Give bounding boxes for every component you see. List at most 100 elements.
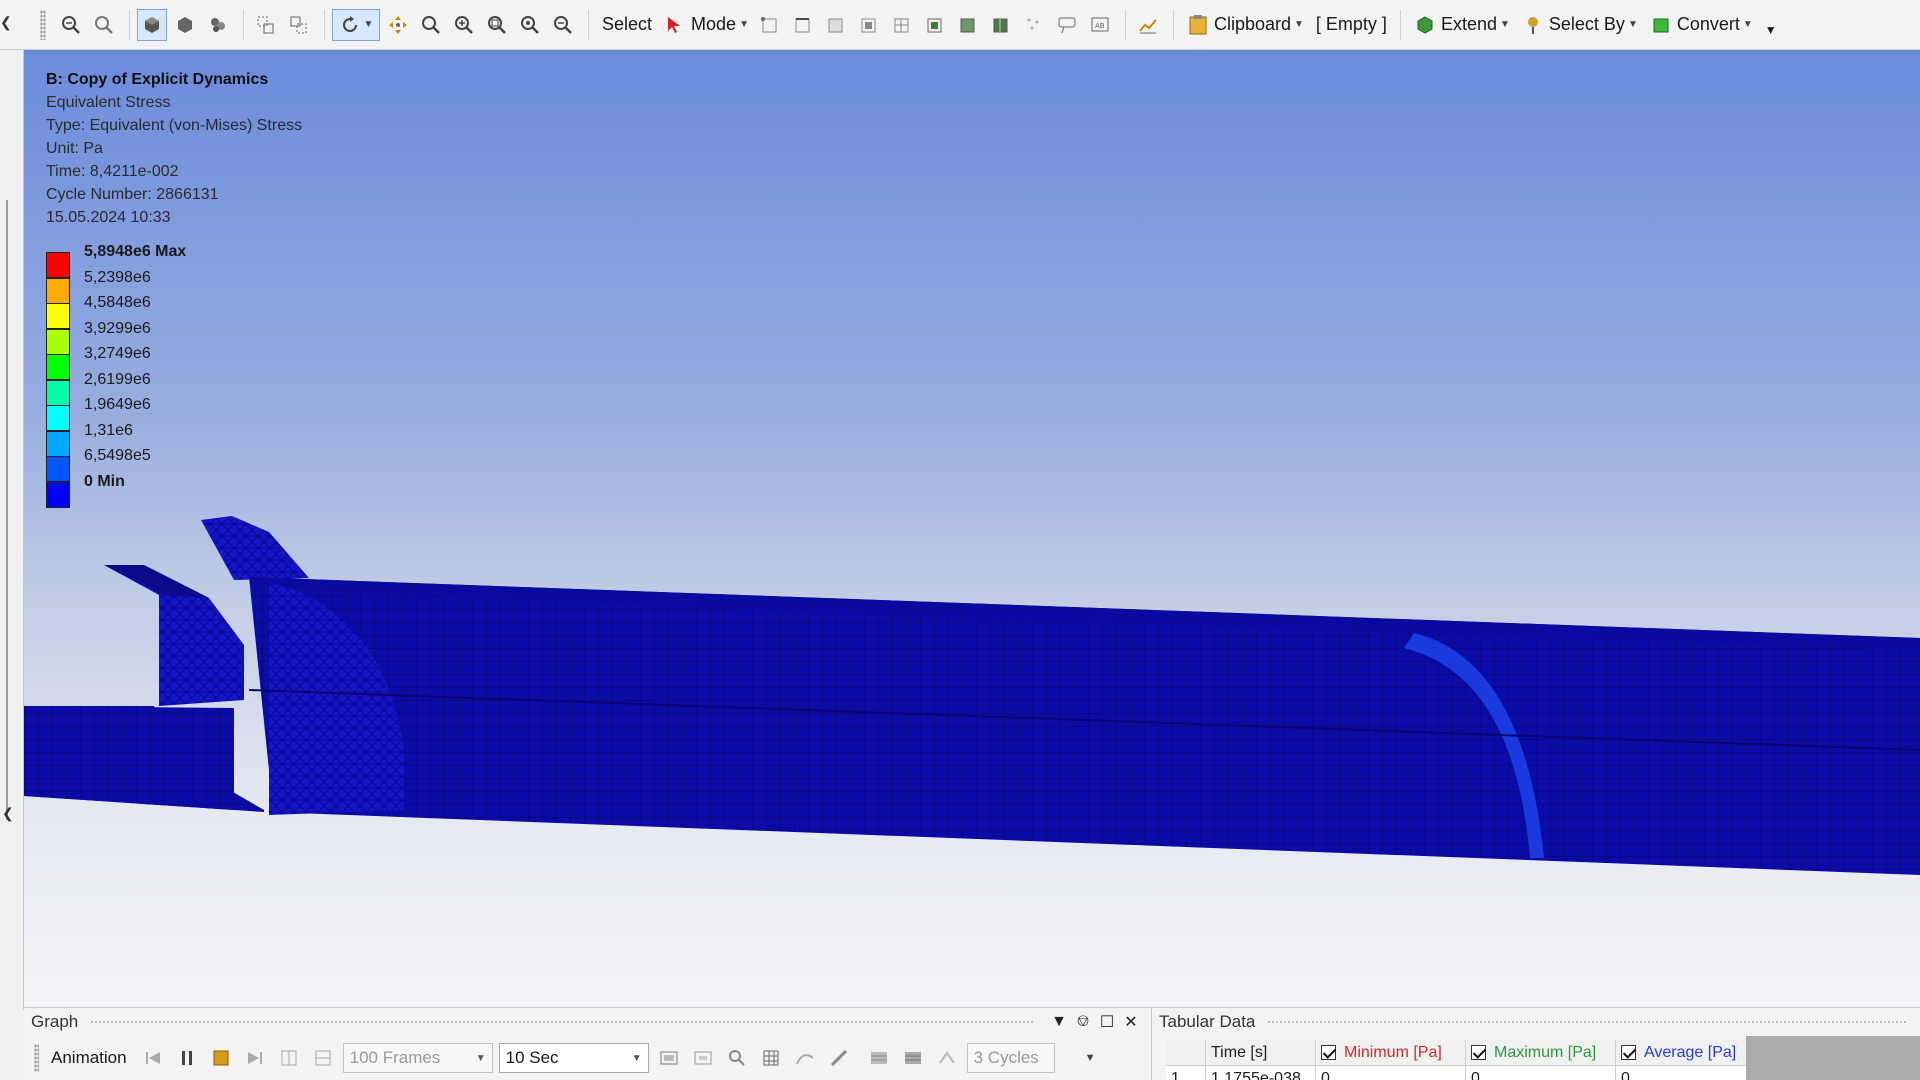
zoom-selection-button[interactable] (515, 9, 545, 41)
column-checkbox[interactable] (1321, 1045, 1336, 1060)
box-zoom-button[interactable] (449, 9, 479, 41)
frames-select[interactable]: 100 Frames ▼ (342, 1043, 493, 1073)
select-mesh-button[interactable] (953, 9, 983, 41)
table-cell: 1 (1166, 1066, 1206, 1080)
zoom-graph-button[interactable] (723, 1043, 751, 1073)
graph-panel: Graph ▼ ⎊ ☐ ✕ Animation 100 Frames ▼ 10 S… (24, 1007, 1152, 1080)
zoom-to-fit-button[interactable] (56, 9, 86, 41)
main-toolbar: ❮ ▼ Select Mode ▼ AB Clipboard ▼ [ Empty ]… (0, 0, 1920, 50)
select-face-button[interactable] (821, 9, 851, 41)
extend-to-limits-button[interactable] (1019, 9, 1049, 41)
cycles-icon-button[interactable] (933, 1043, 961, 1073)
animation-toolbar: Animation 100 Frames ▼ 10 Sec ▼ 3 Cycles ▼ (24, 1036, 1151, 1080)
panel-menu-icon[interactable]: ▼ (1047, 1013, 1071, 1031)
select-body-button[interactable] (854, 9, 884, 41)
mesh-model[interactable] (24, 50, 1920, 1007)
mode-dropdown[interactable]: Mode ▼ (658, 9, 755, 41)
zoom-fit-icon (488, 15, 506, 34)
result-unit: Unit: Pa (46, 140, 103, 157)
last-frame-button[interactable] (241, 1043, 269, 1073)
extend-label: Extend (1440, 14, 1497, 34)
toolbar-grip[interactable] (40, 9, 46, 40)
select-mode-a-button[interactable] (251, 9, 281, 41)
result-cycle-number: Cycle Number: 2866131 (46, 186, 219, 203)
select-box-icon (257, 16, 274, 33)
zoom-previous-button[interactable] (548, 9, 578, 41)
chart-line-icon (1139, 18, 1157, 33)
graph-panel-title: Graph (31, 1012, 79, 1031)
select-element-button[interactable] (887, 9, 917, 41)
select-element-face-button[interactable] (986, 9, 1016, 41)
table-cell: 0 (1466, 1066, 1616, 1080)
zoom-button[interactable] (416, 9, 446, 41)
select-vertex-button[interactable] (755, 9, 785, 41)
export-button[interactable] (689, 1043, 717, 1073)
shaded-view-button[interactable] (137, 8, 167, 41)
scatter-points-icon (1027, 18, 1039, 29)
zoom-out-button[interactable] (89, 9, 119, 41)
result-sets-button[interactable] (309, 1043, 337, 1073)
select-by-dropdown[interactable]: Select By ▼ (1516, 9, 1644, 41)
select-button[interactable]: Select (596, 9, 658, 41)
hatch-b-button[interactable] (899, 1043, 927, 1073)
rotate-button[interactable]: ▼ (332, 8, 380, 41)
stop-button[interactable] (207, 1043, 235, 1073)
show-edges-button[interactable] (203, 9, 233, 41)
curve-icon (795, 1054, 814, 1065)
splitter-handle[interactable] (6, 200, 8, 820)
pin-icon[interactable]: ⎊ (1071, 1013, 1095, 1031)
wireframe-view-button[interactable] (170, 9, 200, 41)
extend-cube-icon (1417, 15, 1433, 34)
table-row[interactable]: 1 1,1755e-038 0 0 0 (1166, 1066, 1756, 1080)
pin-icon (1527, 16, 1538, 34)
annotation-button[interactable]: AB (1085, 9, 1115, 41)
grid-button[interactable] (757, 1043, 785, 1073)
mesh-icon (960, 18, 975, 32)
duration-select[interactable]: 10 Sec ▼ (498, 1043, 649, 1073)
legend-label: 5,8948e6 Max (84, 243, 187, 260)
left-panel-edge: ❮ (0, 50, 24, 1010)
label-button[interactable] (1052, 9, 1082, 41)
legend-label: 3,9299e6 (84, 319, 151, 337)
update-contour-button[interactable] (655, 1043, 683, 1073)
column-checkbox[interactable] (1621, 1045, 1636, 1060)
pan-button[interactable] (383, 9, 413, 41)
cube-shaded-icon (145, 16, 159, 33)
graphics-viewport[interactable]: B: Copy of Explicit Dynamics Equivalent … (24, 50, 1920, 1007)
expand-panel-icon[interactable]: ❮ (2, 805, 14, 822)
frames-icon (281, 1050, 297, 1066)
convert-dropdown[interactable]: Convert ▼ (1644, 9, 1759, 41)
close-icon[interactable]: ✕ (1119, 1012, 1143, 1032)
clipboard-dropdown[interactable]: Clipboard ▼ (1181, 9, 1310, 41)
table-header-cell[interactable]: Minimum [Pa] (1316, 1040, 1466, 1066)
chart-button[interactable] (1133, 9, 1163, 41)
first-frame-button[interactable] (139, 1043, 167, 1073)
zoom-fit-all-button[interactable] (482, 9, 512, 41)
distributed-frames-button[interactable] (275, 1043, 303, 1073)
clipboard-label: Clipboard (1213, 14, 1292, 34)
toolbar-collapse-icon[interactable]: ❮ (0, 14, 12, 31)
label-icon (1058, 17, 1076, 33)
toolbar-overflow-button[interactable]: ▼ (1759, 9, 1783, 41)
extend-dropdown[interactable]: Extend ▼ (1408, 9, 1516, 41)
select-mode-b-button[interactable] (284, 9, 314, 41)
select-node-button[interactable] (920, 9, 950, 41)
anim-overflow-icon[interactable]: ▼ (1085, 1052, 1096, 1064)
table-header-cell[interactable]: Average [Pa] (1616, 1040, 1756, 1066)
legend-label: 5,2398e6 (84, 268, 151, 286)
multi-cube-icon (211, 17, 225, 32)
cycles-select[interactable]: 3 Cycles (966, 1043, 1055, 1073)
hatch-a-button[interactable] (865, 1043, 893, 1073)
legend-swatch (46, 430, 70, 457)
column-checkbox[interactable] (1471, 1045, 1486, 1060)
skip-forward-icon (247, 1052, 262, 1064)
select-edge-button[interactable] (788, 9, 818, 41)
fin-part[interactable] (201, 516, 309, 580)
curve-button[interactable] (791, 1043, 819, 1073)
pause-button[interactable] (173, 1043, 201, 1073)
stop-icon (213, 1050, 229, 1066)
table-header-cell[interactable]: Maximum [Pa] (1466, 1040, 1616, 1066)
maximize-icon[interactable]: ☐ (1095, 1012, 1119, 1032)
cube-icon (178, 16, 192, 33)
probe-button[interactable] (825, 1043, 853, 1073)
